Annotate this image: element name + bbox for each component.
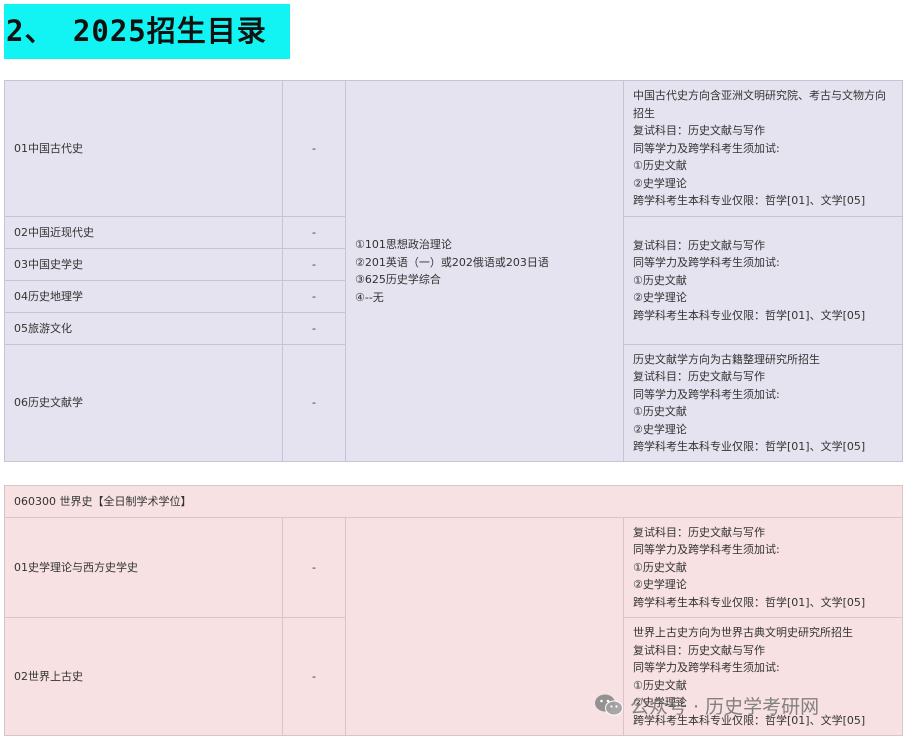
remark-line: ②史学理论 (633, 176, 687, 190)
exam-subjects (345, 517, 624, 736)
remark-line: 同等学力及跨学科考生须加试: (633, 543, 780, 557)
remark-line: 历史文献学方向为古籍整理研究所招生 (633, 352, 820, 366)
major-name: 04历史地理学 (4, 280, 283, 313)
remark-line: 世界上古史方向为世界古典文明史研究所招生 (633, 626, 853, 639)
major-name: 01史学理论与西方史学史 (4, 517, 283, 618)
remark-line: 同等学力及跨学科考生须加试: (633, 661, 780, 674)
exam-subject-line: ②201英语（一）或202俄语或203日语 (355, 255, 549, 269)
major-name: 05旅游文化 (4, 312, 283, 345)
remark-line: 复试科目：历史文献与写作 (633, 124, 765, 138)
quota-cell: - (282, 617, 346, 736)
quota-cell: - (282, 248, 346, 281)
quota-cell: - (282, 216, 346, 249)
remark-line: ②史学理论 (633, 422, 687, 436)
remark-line: ①历史文献 (633, 405, 687, 418)
quota-cell: - (282, 312, 346, 345)
quota-cell: - (282, 80, 346, 217)
remark-line: ②史学理论 (633, 578, 687, 592)
remark-line: 跨学科考生本科专业仅限：哲学[01]、文学[05] (633, 308, 866, 322)
remark-line: ①历史文献 (633, 273, 687, 287)
remark-line: ①历史文献 (633, 560, 687, 574)
remark-line: 复试科目：历史文献与写作 (633, 525, 765, 539)
page-title: 2、 2025招生目录 (4, 4, 290, 59)
remark-line: 同等学力及跨学科考生须加试: (633, 141, 780, 155)
quota-cell: - (282, 280, 346, 313)
catalog-table-chinese-history: 01中国古代史 - ①101思想政治理论 ②201英语（一）或202俄语或203… (4, 80, 903, 462)
exam-subject-line: ①101思想政治理论 (355, 238, 452, 251)
remarks-cell: 历史文献学方向为古籍整理研究所招生 复试科目：历史文献与写作 同等学力及跨学科考… (623, 344, 903, 462)
remark-line: 同等学力及跨学科考生须加试: (633, 256, 780, 270)
remarks-cell: 复试科目：历史文献与写作 同等学力及跨学科考生须加试: ①历史文献 ②史学理论 … (623, 216, 903, 345)
major-name: 02中国近现代史 (4, 216, 283, 249)
remark-line: 复试科目：历史文献与写作 (633, 643, 765, 657)
watermark-text: 公众号 · 历史学考研网 (630, 695, 820, 718)
remarks-cell: 复试科目：历史文献与写作 同等学力及跨学科考生须加试: ①历史文献 ②史学理论 … (623, 517, 903, 618)
table-row: 01中国古代史 - ①101思想政治理论 ②201英语（一）或202俄语或203… (4, 80, 903, 462)
remark-line: ①历史文献 (633, 159, 687, 173)
remark-line: 复试科目：历史文献与写作 (633, 238, 765, 252)
major-name: 01中国古代史 (4, 80, 283, 217)
major-name: 02世界上古史 (4, 617, 283, 736)
remarks-cell: 中国古代史方向含亚洲文明研究院、考古与文物方向 招生 复试科目：历史文献与写作 … (623, 80, 903, 217)
exam-subject-line: ③625历史学综合 (355, 273, 441, 286)
exam-subjects: ①101思想政治理论 ②201英语（一）或202俄语或203日语 ③625历史学… (345, 80, 624, 462)
remark-line: 跨学科考生本科专业仅限：哲学[01]、文学[05] (633, 595, 866, 609)
program-header: 060300 世界史【全日制学术学位】 (4, 485, 903, 518)
remark-line: 中国古代史方向含亚洲文明研究院、考古与文物方向 (633, 89, 886, 103)
section-header-row: 060300 世界史【全日制学术学位】 (4, 485, 903, 518)
remark-line: 招生 (633, 106, 655, 120)
wechat-icon (595, 694, 623, 716)
remark-line: 跨学科考生本科专业仅限：哲学[01]、文学[05] (633, 440, 866, 453)
major-name: 06历史文献学 (4, 344, 283, 462)
quota-cell: - (282, 517, 346, 618)
table-row: 01史学理论与西方史学史 - 复试科目：历史文献与写作 同等学力及跨学科考生须加… (4, 517, 903, 736)
remark-line: 同等学力及跨学科考生须加试: (633, 387, 780, 401)
quota-cell: - (282, 344, 346, 462)
watermark: 公众号 · 历史学考研网 (594, 690, 819, 720)
remark-line: ②史学理论 (633, 291, 687, 305)
major-name: 03中国史学史 (4, 248, 283, 281)
remark-line: 复试科目：历史文献与写作 (633, 370, 765, 383)
exam-subject-line: ④--无 (355, 290, 384, 304)
remark-line: 跨学科考生本科专业仅限：哲学[01]、文学[05] (633, 194, 866, 208)
